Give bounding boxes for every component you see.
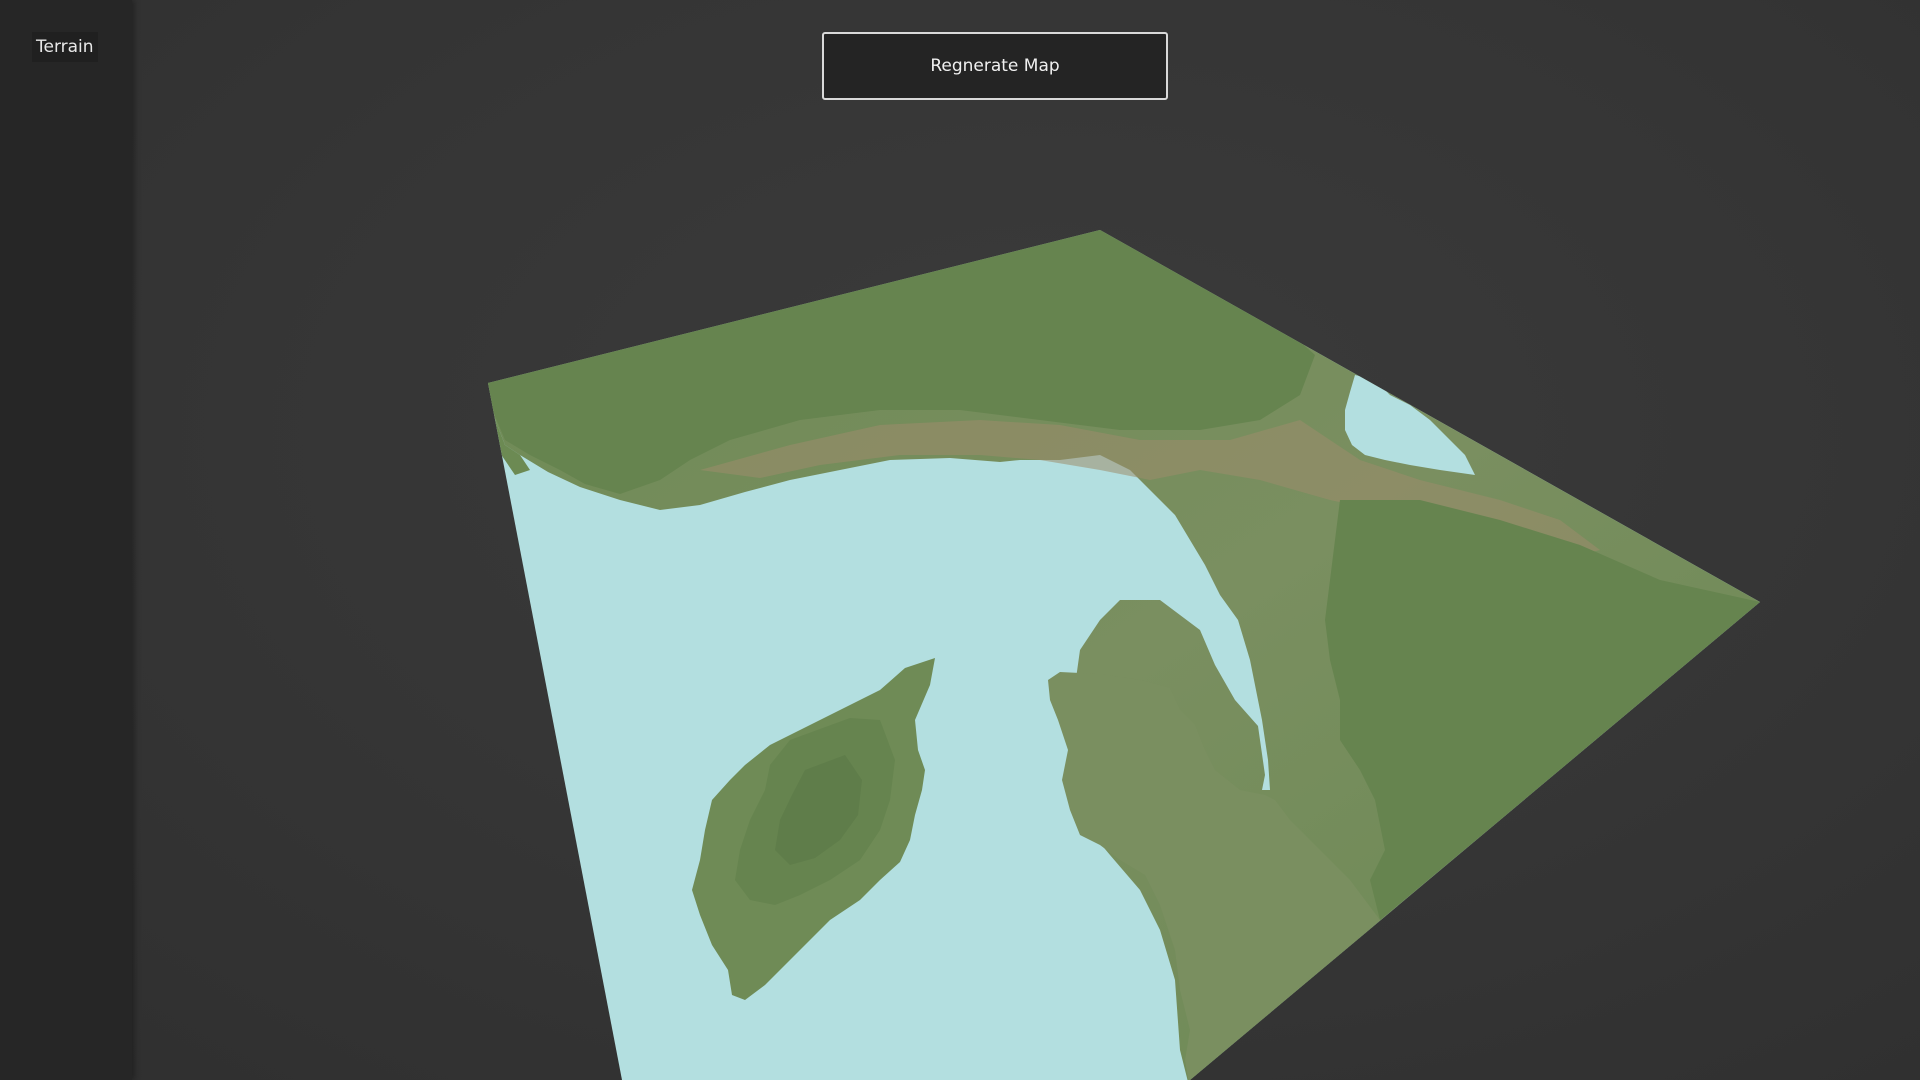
- game-window: Terrain Regnerate Map: [0, 0, 1920, 1080]
- sidebar-item-label: Terrain: [36, 37, 94, 57]
- sidebar-item-terrain[interactable]: Terrain: [32, 32, 98, 62]
- terrain-viewport[interactable]: [0, 0, 1920, 1080]
- regenerate-map-button[interactable]: Regnerate Map: [822, 32, 1168, 100]
- eastern-plateau: [1325, 500, 1760, 920]
- terrain-map: [488, 230, 1760, 1080]
- sidebar: Terrain: [0, 0, 132, 1080]
